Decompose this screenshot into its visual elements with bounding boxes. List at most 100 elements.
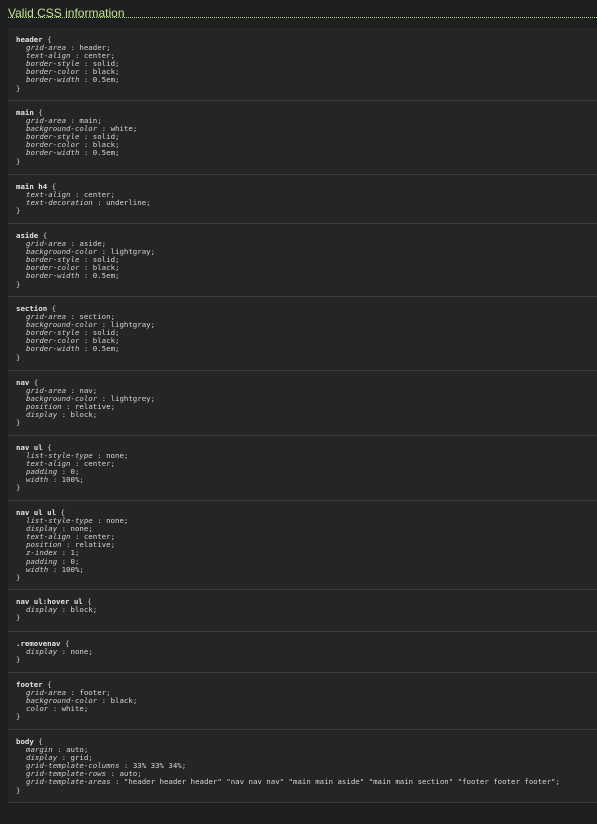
close-brace: }	[16, 352, 21, 362]
declaration-value: 100%	[61, 475, 80, 485]
declaration: width : 100%;	[16, 564, 597, 574]
declaration: background-color : black;	[16, 697, 597, 705]
declaration-colon: :	[79, 344, 93, 354]
close-brace: }	[16, 156, 21, 166]
declaration: position : relative;	[16, 403, 597, 411]
declaration: display : none;	[16, 648, 597, 656]
declaration-semicolon: ;	[83, 704, 89, 714]
declaration-value: lightgrey	[110, 394, 151, 404]
declaration-semicolon: ;	[150, 320, 156, 330]
declaration-semicolon: ;	[92, 410, 98, 420]
declaration: margin : auto;	[16, 746, 597, 754]
declaration-semicolon: ;	[150, 394, 156, 404]
declaration-value: 100%	[61, 564, 80, 574]
close-brace: }	[16, 83, 21, 93]
declaration-semicolon: ;	[92, 605, 98, 615]
declaration-value: 0.5em	[92, 148, 116, 158]
declaration-property: display	[26, 605, 58, 615]
declaration: display : block;	[16, 411, 597, 419]
declaration-semicolon: ;	[88, 647, 93, 657]
section-heading-text: Valid CSS information	[8, 6, 125, 20]
declaration-value: "header header header" "nav nav nav" "ma…	[123, 777, 556, 787]
declaration-value: none	[106, 516, 124, 526]
declaration: z-index : 1;	[16, 549, 597, 557]
declaration-colon: :	[79, 75, 93, 85]
declaration-colon: :	[92, 198, 107, 208]
declaration-value: relative	[74, 540, 111, 550]
declaration-semicolon: ;	[115, 271, 120, 281]
declaration-value: underline	[106, 198, 147, 208]
declaration: color : white;	[16, 705, 597, 713]
declaration-value: block	[70, 605, 93, 615]
declaration-colon: :	[57, 647, 71, 657]
declaration-property: display	[26, 647, 58, 657]
declaration: border-width : 0.5em;	[16, 76, 597, 84]
section-heading: Valid CSS information	[8, 4, 597, 20]
rule-selector-line: nav ul:hover ul {	[16, 597, 597, 606]
declaration-colon: :	[57, 410, 71, 420]
declaration-property: border-width	[26, 75, 80, 85]
declaration-property: width	[26, 475, 49, 485]
declaration-colon: :	[79, 148, 93, 158]
declaration-semicolon: ;	[79, 564, 84, 574]
close-brace: }	[16, 572, 21, 582]
close-brace: }	[16, 418, 21, 428]
declaration: padding : 0;	[16, 468, 597, 476]
css-rule: main h4 {text-align : center; text-decora…	[8, 175, 597, 224]
declaration-value: block	[70, 410, 93, 420]
declaration-semicolon: ;	[555, 777, 560, 787]
declaration: position : relative;	[16, 541, 597, 549]
declaration-colon: :	[48, 564, 62, 574]
declaration: text-align : center;	[16, 460, 597, 468]
declaration-colon: :	[48, 475, 62, 485]
declaration: display : block;	[16, 606, 597, 614]
rule-selector-line: nav {	[16, 378, 597, 387]
declaration: border-width : 0.5em;	[16, 272, 597, 280]
declaration-value: black	[110, 696, 133, 706]
declaration: border-width : 0.5em;	[16, 345, 597, 353]
declaration-value: 0.5em	[92, 271, 116, 281]
declaration-semicolon: ;	[132, 124, 138, 134]
declaration: grid-template-areas : "header header hea…	[16, 778, 597, 786]
css-rule: aside {grid-area : aside; background-colo…	[8, 224, 597, 297]
declaration-semicolon: ;	[150, 247, 156, 257]
declaration-semicolon: ;	[146, 198, 151, 208]
declaration-property: border-width	[26, 271, 80, 281]
close-brace: }	[16, 279, 21, 289]
declaration-semicolon: ;	[79, 475, 84, 485]
close-brace: }	[16, 712, 21, 722]
declaration-property: text-decoration	[26, 198, 93, 208]
declaration-property: width	[26, 564, 49, 574]
declaration-value: white	[61, 704, 84, 714]
declaration-semicolon: ;	[115, 344, 120, 354]
declaration-value: 0.5em	[92, 75, 116, 85]
css-rule: nav ul ul {list-style-type : none; displa…	[8, 501, 597, 590]
declaration-value: center	[83, 459, 111, 469]
declaration-colon: :	[97, 696, 111, 706]
declaration-semicolon: ;	[110, 459, 116, 469]
css-rule: nav ul {list-style-type : none; text-alig…	[8, 436, 597, 501]
declaration-colon: :	[110, 777, 124, 787]
declaration-property: display	[26, 410, 58, 420]
css-rule: header {grid-area : header; text-align : …	[8, 28, 597, 101]
declaration-semicolon: ;	[115, 75, 120, 85]
css-rule: nav ul:hover ul {display : block;}	[8, 590, 597, 632]
rule-selector-line: body {	[16, 737, 597, 746]
css-rule: body {margin : auto; display : grid; grid-…	[8, 730, 597, 803]
declaration-property: border-width	[26, 344, 80, 354]
declaration-colon: :	[79, 271, 93, 281]
declaration-colon: :	[92, 516, 107, 526]
declaration: border-width : 0.5em;	[16, 149, 597, 157]
declaration-semicolon: ;	[110, 402, 116, 412]
declaration-property: color	[26, 704, 49, 714]
css-rule: .removenav {display : none;}	[8, 632, 597, 673]
declaration-property: border-width	[26, 148, 80, 158]
css-rule: section {grid-area : section; background-…	[8, 297, 597, 371]
close-brace: }	[16, 613, 21, 623]
declaration-semicolon: ;	[181, 761, 187, 771]
declaration-value: none	[70, 647, 89, 657]
declaration: padding : 0;	[16, 557, 597, 566]
declaration-semicolon: ;	[110, 540, 116, 550]
close-brace: }	[16, 483, 21, 493]
declaration: list-style-type : none;	[16, 517, 597, 525]
